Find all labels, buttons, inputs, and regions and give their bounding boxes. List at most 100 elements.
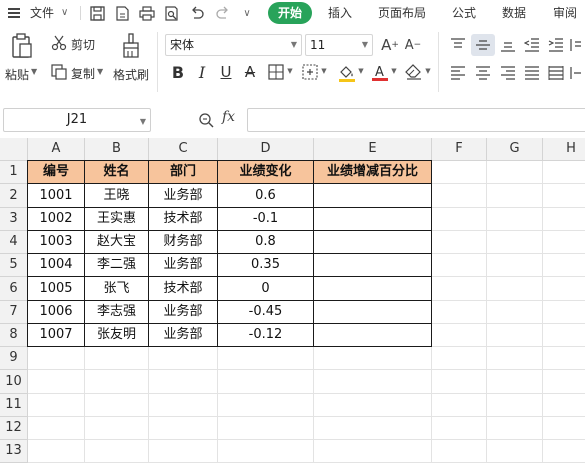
italic-icon[interactable]: I xyxy=(192,62,212,82)
column-header-f[interactable]: F xyxy=(432,138,487,161)
cell-g9[interactable] xyxy=(487,347,543,370)
chevron-down-icon[interactable]: ▼ xyxy=(424,66,432,76)
align-bottom-icon[interactable] xyxy=(497,34,519,56)
font-color-icon[interactable]: A xyxy=(370,62,390,82)
cell-style-icon[interactable] xyxy=(300,63,320,81)
cell-e12[interactable] xyxy=(314,417,432,440)
font-name-select[interactable]: 宋体 ▼ xyxy=(165,34,302,56)
tab-insert[interactable]: 插入 xyxy=(328,2,352,24)
table-cell[interactable]: 业务部 xyxy=(149,184,218,208)
decrease-indent-icon[interactable] xyxy=(521,34,543,56)
cell-g13[interactable] xyxy=(487,440,543,463)
cell-e9[interactable] xyxy=(314,347,432,370)
cell-h1[interactable] xyxy=(543,161,585,184)
select-all-corner[interactable] xyxy=(0,138,28,161)
chevron-down-icon[interactable]: ▼ xyxy=(390,66,398,76)
table-cell[interactable]: -0.12 xyxy=(218,324,314,347)
table-cell[interactable] xyxy=(314,208,432,231)
table-cell[interactable]: 1007 xyxy=(28,324,85,347)
table-cell[interactable]: 李志强 xyxy=(85,301,149,324)
tab-formulas[interactable]: 公式 xyxy=(452,2,476,24)
cell-c13[interactable] xyxy=(149,440,218,463)
table-header-cell[interactable]: 部门 xyxy=(149,161,218,184)
row-header-5[interactable]: 5 xyxy=(0,254,28,277)
function-icon[interactable]: fx xyxy=(222,109,235,125)
increase-font-icon[interactable]: A + xyxy=(380,35,400,55)
table-cell[interactable]: -0.45 xyxy=(218,301,314,324)
cell-a11[interactable] xyxy=(28,394,85,417)
chevron-down-icon[interactable]: ▼ xyxy=(31,67,37,76)
table-cell[interactable]: -0.1 xyxy=(218,208,314,231)
cell-d10[interactable] xyxy=(218,370,314,394)
cell-f3[interactable] xyxy=(432,208,487,231)
copy-label[interactable]: 复制 xyxy=(71,65,95,82)
cell-d11[interactable] xyxy=(218,394,314,417)
table-cell[interactable] xyxy=(314,184,432,208)
table-cell[interactable]: 业务部 xyxy=(149,301,218,324)
table-cell[interactable] xyxy=(314,231,432,254)
bold-icon[interactable]: B xyxy=(168,62,188,82)
table-header-cell[interactable]: 业绩增减百分比 xyxy=(314,161,432,184)
cell-g10[interactable] xyxy=(487,370,543,394)
cell-g1[interactable] xyxy=(487,161,543,184)
cell-h3[interactable] xyxy=(543,208,585,231)
table-cell[interactable]: 王晓 xyxy=(85,184,149,208)
cell-c9[interactable] xyxy=(149,347,218,370)
formula-input[interactable] xyxy=(247,108,585,132)
row-header-8[interactable]: 8 xyxy=(0,324,28,347)
cell-f1[interactable] xyxy=(432,161,487,184)
cell-h6[interactable] xyxy=(543,277,585,301)
tab-page-layout[interactable]: 页面布局 xyxy=(378,2,426,24)
table-cell[interactable]: 赵大宝 xyxy=(85,231,149,254)
tab-data[interactable]: 数据 xyxy=(502,2,526,24)
distributed-align-icon[interactable] xyxy=(545,62,567,84)
table-cell[interactable]: 张飞 xyxy=(85,277,149,301)
column-header-g[interactable]: G xyxy=(487,138,543,161)
cell-f13[interactable] xyxy=(432,440,487,463)
chevron-down-icon[interactable]: ▼ xyxy=(286,66,294,76)
cell-f8[interactable] xyxy=(432,324,487,347)
table-cell[interactable]: 王实惠 xyxy=(85,208,149,231)
paste-icon[interactable] xyxy=(10,32,34,60)
cell-d9[interactable] xyxy=(218,347,314,370)
cell-a13[interactable] xyxy=(28,440,85,463)
cell-g11[interactable] xyxy=(487,394,543,417)
table-cell[interactable]: 财务部 xyxy=(149,231,218,254)
wrap-text-icon[interactable] xyxy=(569,34,583,56)
cell-g6[interactable] xyxy=(487,277,543,301)
table-cell[interactable] xyxy=(314,324,432,347)
chevron-down-icon[interactable]: ▼ xyxy=(320,66,328,76)
align-top-icon[interactable] xyxy=(447,34,469,56)
row-header-6[interactable]: 6 xyxy=(0,277,28,301)
paste-label[interactable]: 粘贴 xyxy=(5,66,29,83)
decrease-font-icon[interactable]: A − xyxy=(403,35,423,55)
redo-icon[interactable] xyxy=(213,4,231,22)
cell-g4[interactable] xyxy=(487,231,543,254)
cell-h2[interactable] xyxy=(543,184,585,208)
table-header-cell[interactable]: 编号 xyxy=(28,161,85,184)
cell-g8[interactable] xyxy=(487,324,543,347)
align-left-icon[interactable] xyxy=(447,62,469,84)
cut-icon[interactable] xyxy=(50,34,68,52)
cell-f2[interactable] xyxy=(432,184,487,208)
table-cell[interactable] xyxy=(314,277,432,301)
column-header-c[interactable]: C xyxy=(149,138,218,161)
table-cell[interactable] xyxy=(314,301,432,324)
cell-a12[interactable] xyxy=(28,417,85,440)
cell-g5[interactable] xyxy=(487,254,543,277)
cell-c10[interactable] xyxy=(149,370,218,394)
cell-h5[interactable] xyxy=(543,254,585,277)
table-cell[interactable]: 1006 xyxy=(28,301,85,324)
table-cell[interactable]: 0.35 xyxy=(218,254,314,277)
cell-f11[interactable] xyxy=(432,394,487,417)
cut-label[interactable]: 剪切 xyxy=(71,36,95,53)
save-icon[interactable] xyxy=(88,4,106,22)
table-cell[interactable]: 0.6 xyxy=(218,184,314,208)
cell-h13[interactable] xyxy=(543,440,585,463)
column-header-a[interactable]: A xyxy=(28,138,85,161)
row-header-9[interactable]: 9 xyxy=(0,347,28,370)
cell-h8[interactable] xyxy=(543,324,585,347)
cell-f9[interactable] xyxy=(432,347,487,370)
table-header-cell[interactable]: 业绩变化 xyxy=(218,161,314,184)
print-preview-icon[interactable] xyxy=(163,4,181,22)
